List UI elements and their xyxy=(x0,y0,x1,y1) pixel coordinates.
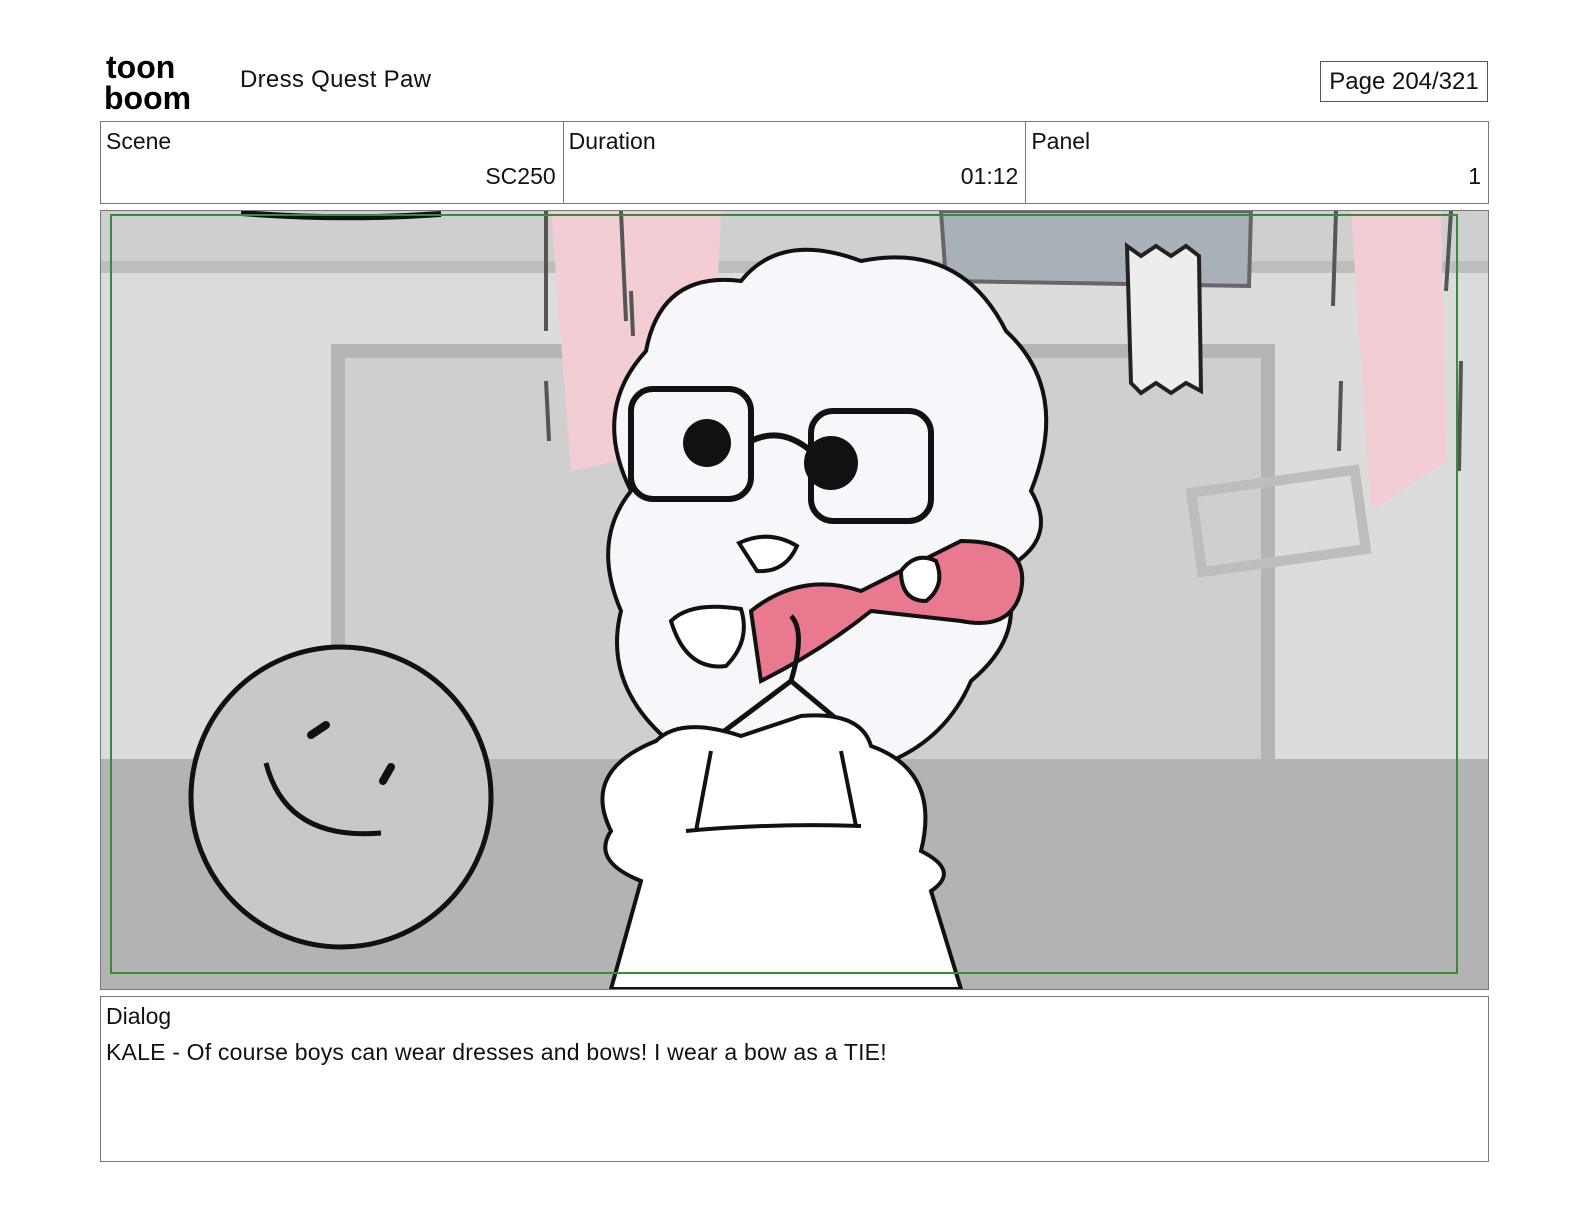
panel-value: 1 xyxy=(1468,163,1482,189)
info-table: Scene SC250 Duration 01:12 Panel 1 xyxy=(100,121,1489,204)
storyboard-panel xyxy=(100,210,1489,990)
page-indicator: Page 204/321 xyxy=(1320,61,1488,102)
panel-cell: Panel 1 xyxy=(1026,122,1488,203)
panel-label: Panel xyxy=(1031,128,1091,154)
dialog-label: Dialog xyxy=(106,1003,172,1029)
dialog-text: KALE - Of course boys can wear dresses a… xyxy=(106,1039,887,1065)
duration-label: Duration xyxy=(568,128,656,154)
storyboard-drawing-icon xyxy=(101,211,1488,989)
scene-label: Scene xyxy=(106,128,172,154)
duration-cell: Duration 01:12 xyxy=(564,122,1027,203)
project-title: Dress Quest Paw xyxy=(240,66,432,93)
logo-text-bottom: boom xyxy=(104,80,191,112)
toonboom-logo: toon boom xyxy=(104,52,191,112)
dialog-box: Dialog KALE - Of course boys can wear dr… xyxy=(100,996,1489,1162)
duration-value: 01:12 xyxy=(960,163,1019,189)
scene-cell: Scene SC250 xyxy=(101,122,564,203)
scene-value: SC250 xyxy=(485,163,556,189)
